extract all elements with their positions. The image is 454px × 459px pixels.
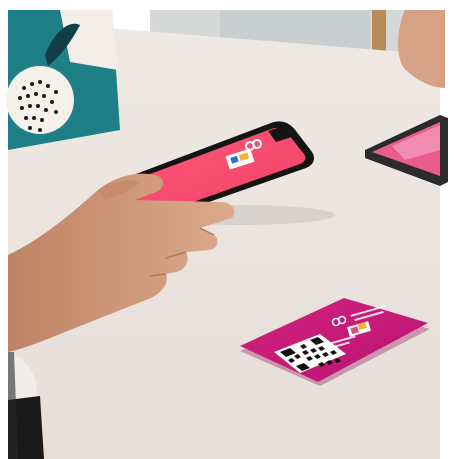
shopping-bag-icon	[6, 10, 120, 150]
scene-illustration	[0, 0, 454, 459]
photo-scene	[0, 0, 454, 459]
